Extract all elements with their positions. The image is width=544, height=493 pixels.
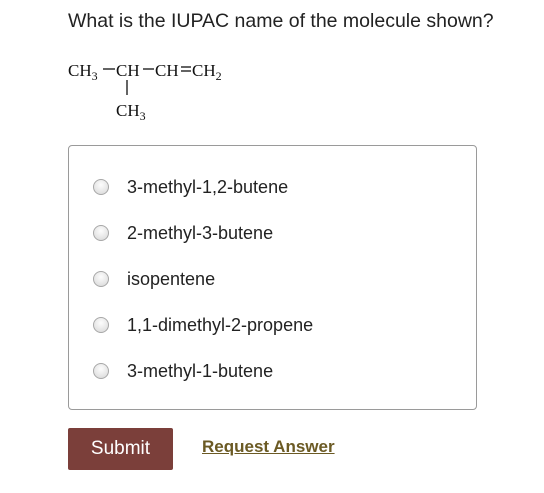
option-2[interactable]: 2-methyl-3-butene: [93, 220, 273, 246]
option-label: 2-methyl-3-butene: [127, 222, 274, 243]
atom-ch3-bottom: CH3: [116, 101, 146, 123]
option-1[interactable]: 3-methyl-1,2-butene: [93, 174, 288, 200]
answer-options: 3-methyl-1,2-butene 2-methyl-3-butene is…: [68, 145, 477, 410]
option-label: 3-methyl-1-butene: [127, 360, 274, 381]
option-label: 3-methyl-1,2-butene: [127, 176, 289, 197]
option-label: isopentene: [127, 268, 216, 289]
atom-ch: CH: [155, 61, 179, 80]
option-label: 1,1-dimethyl-2-propene: [127, 314, 314, 335]
radio-button[interactable]: [93, 179, 109, 195]
radio-button[interactable]: [93, 271, 109, 287]
atom-ch2: CH2: [192, 61, 222, 83]
question-text: What is the IUPAC name of the molecule s…: [68, 10, 494, 32]
request-answer-link[interactable]: Request Answer: [202, 437, 335, 457]
molecule-structure: CH3 CH CH CH2 CH3: [68, 54, 238, 131]
radio-button[interactable]: [93, 317, 109, 333]
submit-button[interactable]: Submit: [68, 428, 173, 470]
option-5[interactable]: 3-methyl-1-butene: [93, 358, 273, 384]
atom-ch3-left: CH3: [68, 61, 98, 83]
option-4[interactable]: 1,1-dimethyl-2-propene: [93, 312, 313, 338]
radio-button[interactable]: [93, 363, 109, 379]
atom-ch-branch: CH: [116, 61, 140, 80]
radio-button[interactable]: [93, 225, 109, 241]
option-3[interactable]: isopentene: [93, 266, 215, 292]
molecule-diagram: CH3 CH CH CH2 CH3: [68, 61, 222, 123]
